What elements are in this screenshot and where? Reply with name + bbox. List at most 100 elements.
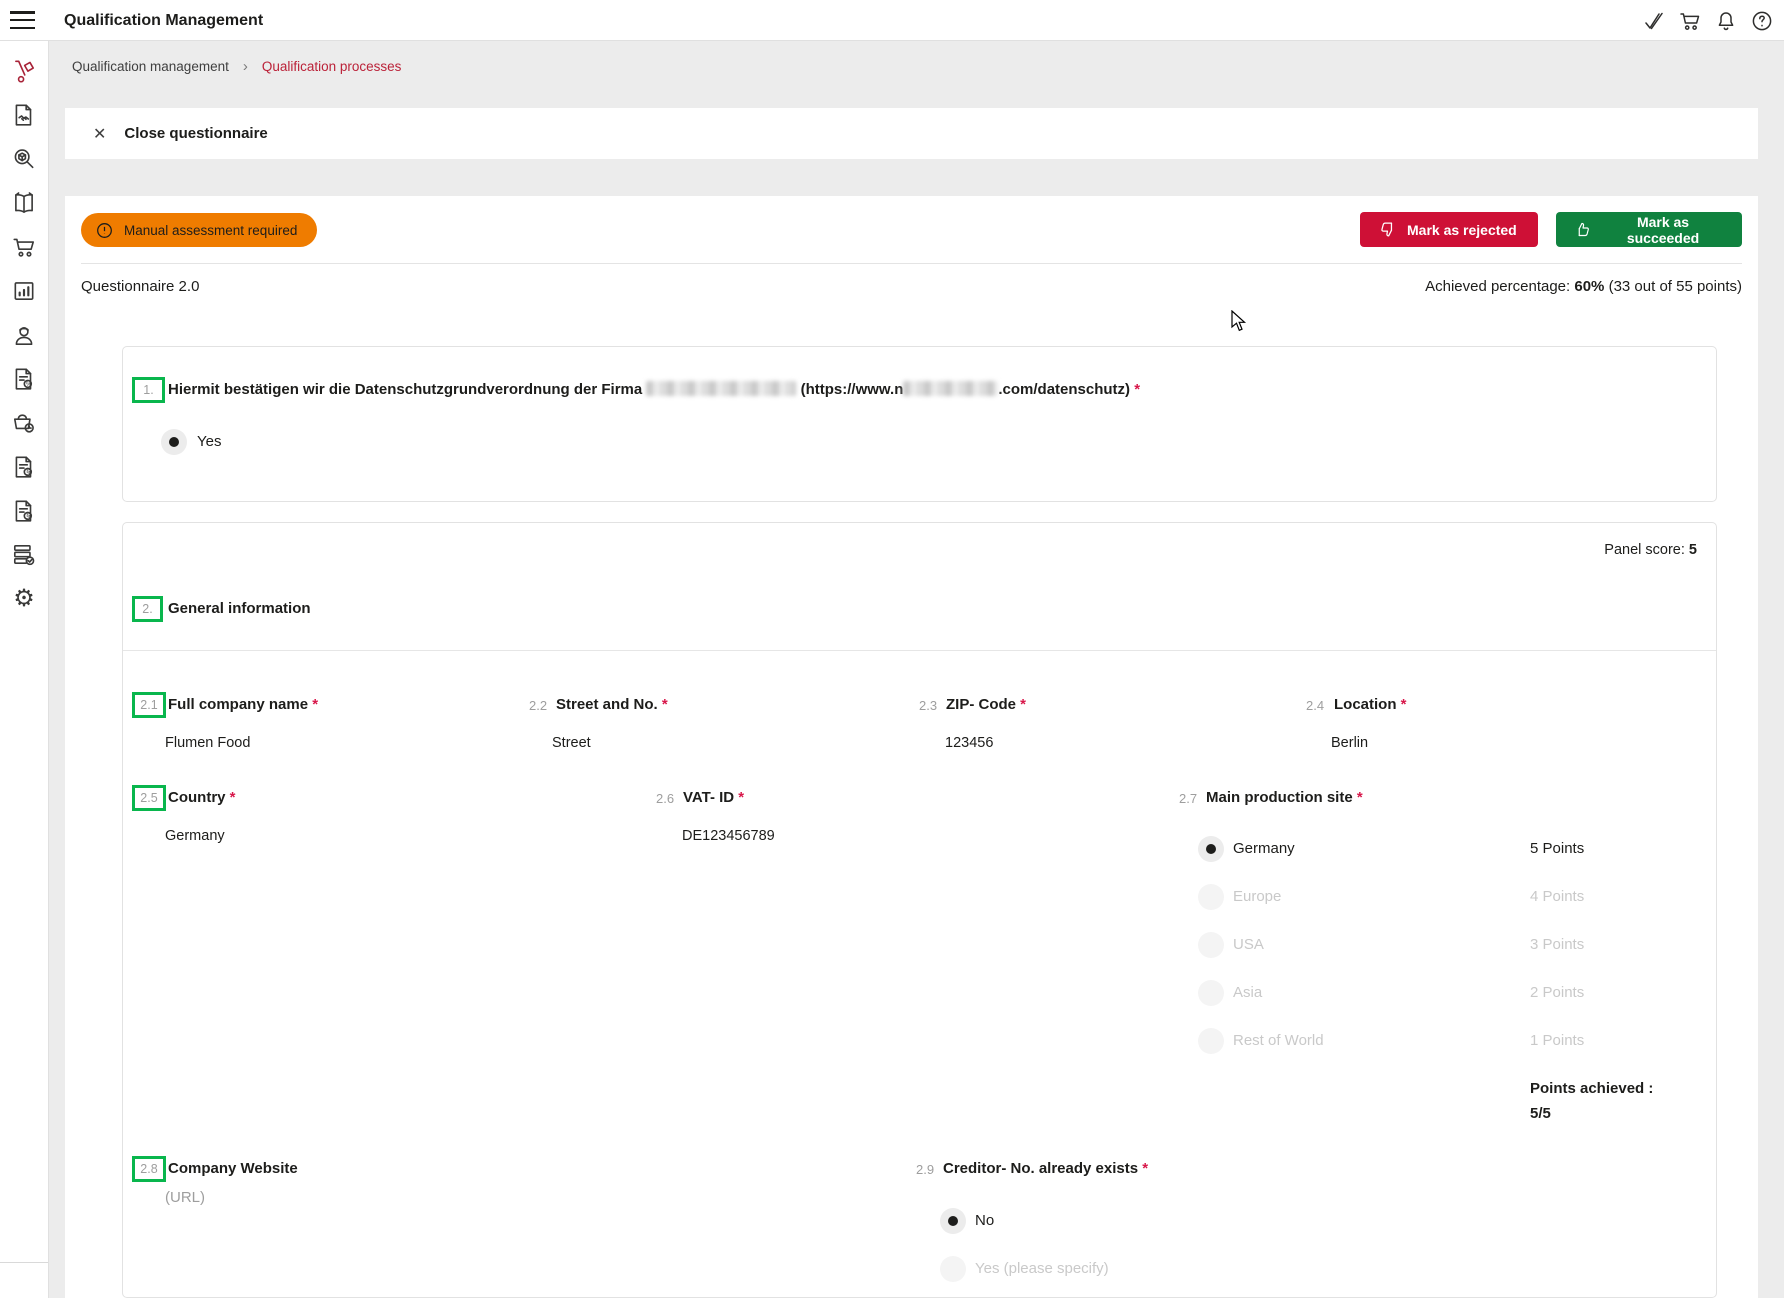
achieved-percentage: Achieved percentage: 60% (33 out of 55 p… bbox=[1425, 278, 1742, 295]
top-app-bar: Qualification Management bbox=[0, 0, 1784, 41]
sidebar-item-product-search-icon[interactable] bbox=[0, 142, 48, 176]
close-questionnaire-bar[interactable]: ✕ Close questionnaire bbox=[65, 108, 1758, 159]
option-yes-specify-radio bbox=[940, 1256, 966, 1282]
field-2-4-label: Location * bbox=[1334, 695, 1407, 715]
question-2-8-label: Company Website bbox=[168, 1159, 298, 1179]
sidebar-item-contract-handshake-icon[interactable] bbox=[0, 98, 48, 132]
option-no-radio[interactable] bbox=[940, 1208, 966, 1234]
bell-icon[interactable] bbox=[1713, 8, 1738, 33]
svg-text:%: % bbox=[26, 381, 32, 388]
breadcrumb: Qualification management › Qualification… bbox=[72, 55, 401, 77]
question-2-9-label: Creditor- No. already exists * bbox=[943, 1159, 1148, 1179]
option-asia-label: Asia bbox=[1233, 983, 1262, 1003]
field-2-5-number: 2.5 bbox=[132, 785, 166, 811]
chevron-right-icon: › bbox=[243, 58, 248, 75]
field-2-3-value: 123456 bbox=[945, 733, 993, 753]
field-2-3-label: ZIP- Code * bbox=[946, 695, 1026, 715]
sidebar-item-list-check-icon[interactable] bbox=[0, 538, 48, 572]
field-2-6-value: DE123456789 bbox=[682, 826, 775, 846]
questionnaire-title: Questionnaire 2.0 bbox=[81, 278, 199, 295]
option-asia-points: 2 Points bbox=[1530, 983, 1584, 1003]
field-2-4-value: Berlin bbox=[1331, 733, 1368, 753]
sidebar-item-procurement-dolly-icon[interactable] bbox=[0, 54, 48, 88]
field-2-1-number: 2.1 bbox=[132, 692, 166, 718]
field-2-6-label: VAT- ID * bbox=[683, 788, 744, 808]
help-icon[interactable] bbox=[1749, 8, 1774, 33]
question-2-9-number: 2.9 bbox=[916, 1162, 934, 1177]
topbar-actions bbox=[1641, 0, 1774, 41]
achieved-percentage-value: 60% bbox=[1574, 278, 1604, 295]
option-rest-of-world-radio bbox=[1198, 1028, 1224, 1054]
field-2-1-value: Flumen Food bbox=[165, 733, 250, 753]
sidebar-item-document-percent-icon[interactable]: % bbox=[0, 362, 48, 396]
field-2-3-number: 2.3 bbox=[919, 698, 937, 713]
field-2-1-label: Full company name * bbox=[168, 695, 318, 715]
field-2-5-label: Country * bbox=[168, 788, 236, 808]
option-rest-of-world-points: 1 Points bbox=[1530, 1031, 1584, 1051]
points-achieved-label: Points achieved : bbox=[1530, 1079, 1653, 1099]
question-1-yes-radio[interactable] bbox=[161, 429, 187, 455]
question-1-number-marker: 1. bbox=[132, 377, 165, 403]
svg-text:§: § bbox=[26, 469, 30, 476]
field-2-4-number: 2.4 bbox=[1306, 698, 1324, 713]
section-2-card: Panel score: 5 2. General information 2.… bbox=[122, 522, 1717, 1298]
redacted-company-name bbox=[646, 381, 796, 396]
field-2-2-value: Street bbox=[552, 733, 591, 753]
section-2-number-marker: 2. bbox=[132, 596, 163, 622]
option-germany-points: 5 Points bbox=[1530, 839, 1584, 859]
app-title: Qualification Management bbox=[64, 0, 263, 41]
mark-as-rejected-label: Mark as rejected bbox=[1407, 222, 1517, 238]
section-divider bbox=[123, 650, 1716, 651]
sidebar-item-user-icon[interactable] bbox=[0, 318, 48, 352]
close-icon[interactable]: ✕ bbox=[93, 124, 106, 144]
mark-as-succeeded-button[interactable]: Mark as succeeded bbox=[1556, 212, 1742, 247]
panel-score: Panel score: 5 bbox=[1604, 542, 1697, 558]
question-2-8-hint: (URL) bbox=[165, 1188, 205, 1208]
field-2-2-number: 2.2 bbox=[529, 698, 547, 713]
sidebar-item-document-paragraph-icon[interactable]: § bbox=[0, 450, 48, 484]
breadcrumb-current: Qualification processes bbox=[262, 59, 402, 74]
option-no-label: No bbox=[975, 1211, 994, 1231]
option-germany-label: Germany bbox=[1233, 839, 1295, 859]
required-asterisk: * bbox=[1134, 381, 1140, 398]
option-europe-label: Europe bbox=[1233, 887, 1281, 907]
question-1-text: Hiermit bestätigen wir die Datenschutzgr… bbox=[168, 377, 1140, 403]
sidebar-item-catalog-book-icon[interactable] bbox=[0, 186, 48, 220]
sidebar-item-basket-clock-icon[interactable] bbox=[0, 406, 48, 440]
option-usa-label: USA bbox=[1233, 935, 1264, 955]
question-2-8-number: 2.8 bbox=[132, 1156, 166, 1182]
field-2-6-number: 2.6 bbox=[656, 791, 674, 806]
points-achieved-value: 5/5 bbox=[1530, 1104, 1551, 1124]
mark-as-rejected-button[interactable]: Mark as rejected bbox=[1360, 212, 1538, 247]
redacted-url-part bbox=[903, 381, 998, 396]
option-usa-points: 3 Points bbox=[1530, 935, 1584, 955]
option-rest-of-world-label: Rest of World bbox=[1233, 1031, 1324, 1051]
panel-score-value: 5 bbox=[1689, 542, 1697, 558]
question-1-card: 1. Hiermit bestätigen wir die Datenschut… bbox=[122, 346, 1717, 502]
questionnaire-panel: Manual assessment required Mark as rejec… bbox=[65, 196, 1758, 1298]
section-2-title: General information bbox=[168, 596, 311, 622]
checkmark-icon[interactable] bbox=[1641, 8, 1666, 33]
option-germany-radio[interactable] bbox=[1198, 836, 1224, 862]
mark-as-succeeded-label: Mark as succeeded bbox=[1602, 214, 1724, 246]
option-yes-specify-label: Yes (please specify) bbox=[975, 1259, 1109, 1279]
cart-icon[interactable] bbox=[1677, 8, 1702, 33]
breadcrumb-parent[interactable]: Qualification management bbox=[72, 59, 229, 74]
option-europe-radio bbox=[1198, 884, 1224, 910]
menu-icon[interactable] bbox=[10, 11, 35, 30]
thumbs-down-icon bbox=[1378, 220, 1397, 239]
status-badge-label: Manual assessment required bbox=[124, 223, 297, 238]
sidebar-item-gear-icon[interactable]: ⚙ bbox=[0, 582, 48, 616]
alert-icon bbox=[95, 221, 114, 240]
sidebar-item-document-paragraph-2-icon[interactable]: § bbox=[0, 494, 48, 528]
thumbs-up-icon bbox=[1574, 220, 1592, 239]
status-badge: Manual assessment required bbox=[81, 213, 317, 247]
sidebar-item-shopping-cart-icon[interactable] bbox=[0, 230, 48, 264]
option-europe-points: 4 Points bbox=[1530, 887, 1584, 907]
close-questionnaire-label: Close questionnaire bbox=[124, 125, 267, 142]
field-2-5-value: Germany bbox=[165, 826, 225, 846]
question-2-7-number: 2.7 bbox=[1179, 791, 1197, 806]
sidebar-item-bar-chart-icon[interactable] bbox=[0, 274, 48, 308]
divider bbox=[81, 263, 1742, 264]
sidebar: % § § ⚙ bbox=[0, 41, 49, 1298]
